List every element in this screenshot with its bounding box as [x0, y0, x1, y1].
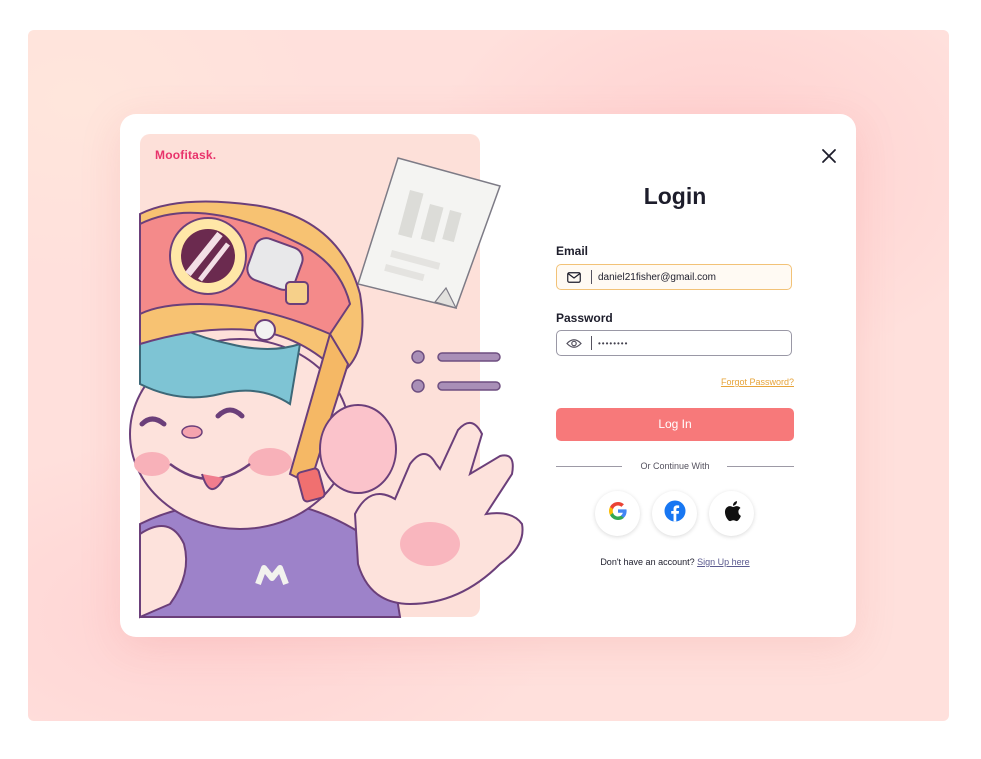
forgot-password-link[interactable]: Forgot Password? — [680, 377, 794, 387]
signup-row: Don't have an account? Sign Up here — [556, 557, 794, 567]
google-login-button[interactable] — [595, 491, 640, 536]
facebook-icon — [664, 500, 686, 527]
signup-prompt: Don't have an account? — [600, 557, 695, 567]
apple-login-button[interactable] — [709, 491, 754, 536]
brand-logo: Moofitask. — [155, 148, 217, 162]
google-icon — [608, 501, 628, 526]
signup-link[interactable]: Sign Up here — [697, 557, 750, 567]
close-icon[interactable] — [819, 146, 839, 166]
divider-line-right — [727, 466, 794, 467]
password-field[interactable]: •••••••• — [556, 330, 792, 356]
mail-icon — [557, 271, 591, 283]
email-value: daniel21fisher@gmail.com — [598, 271, 716, 283]
email-field[interactable]: daniel21fisher@gmail.com — [556, 264, 792, 290]
password-label: Password — [556, 311, 613, 325]
character-illustration — [129, 157, 524, 619]
apple-icon — [722, 500, 742, 527]
facebook-login-button[interactable] — [652, 491, 697, 536]
login-button[interactable]: Log In — [556, 408, 794, 441]
field-separator — [591, 336, 592, 350]
eye-icon[interactable] — [557, 338, 591, 349]
login-title: Login — [643, 183, 707, 209]
password-value: •••••••• — [598, 338, 629, 348]
list-illustration — [411, 350, 501, 393]
field-separator — [591, 270, 592, 284]
email-label: Email — [556, 244, 589, 258]
document-illustration — [357, 157, 501, 309]
